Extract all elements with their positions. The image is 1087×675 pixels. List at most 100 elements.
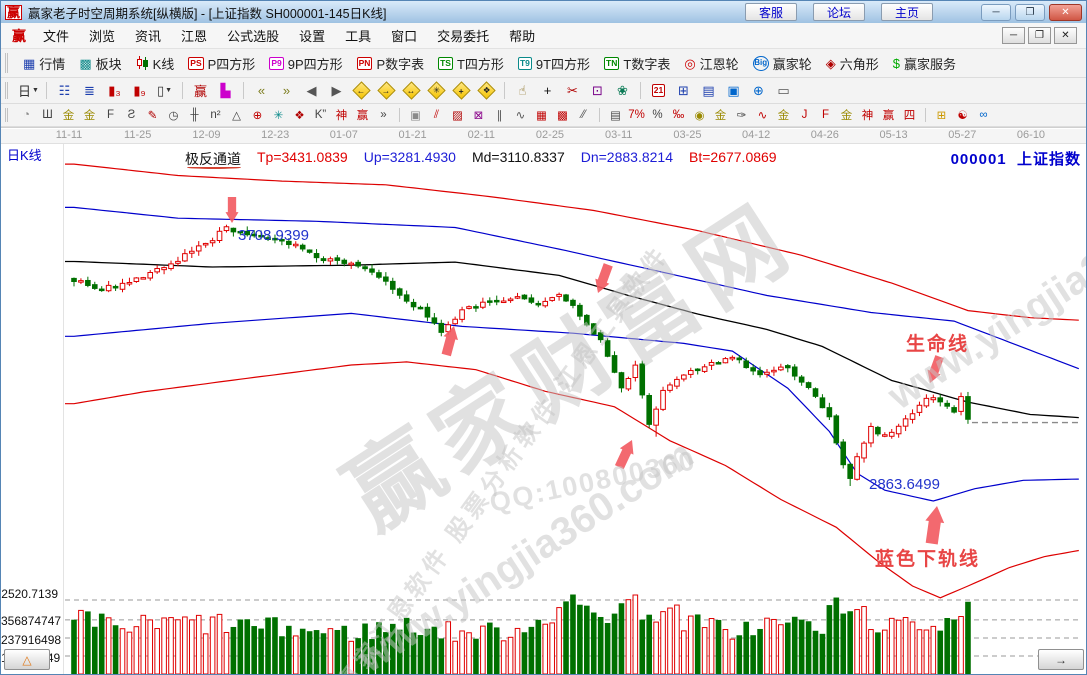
mdi-minimize-button[interactable]: ─ bbox=[1002, 27, 1025, 44]
permille-tool[interactable]: ‰ bbox=[668, 106, 689, 125]
nav-left-diamond[interactable]: ← bbox=[349, 80, 374, 102]
bars-3-icon[interactable]: ▮₃ bbox=[102, 80, 127, 102]
f-comb-tool[interactable]: F bbox=[100, 106, 121, 125]
box-tool[interactable]: ▣ bbox=[405, 106, 426, 125]
web-icon[interactable]: ⊕ bbox=[746, 80, 771, 102]
more-tools-chevron[interactable]: » bbox=[373, 106, 394, 125]
menu-item-4[interactable]: 公式选股 bbox=[217, 23, 289, 48]
k-note-tool[interactable]: K” bbox=[310, 106, 331, 125]
wave-flag-tool[interactable]: △ bbox=[226, 106, 247, 125]
close-button[interactable]: ✕ bbox=[1049, 4, 1082, 21]
t-square-button[interactable]: TST四方形 bbox=[431, 51, 511, 76]
yinyang-tool[interactable]: ☯ bbox=[952, 106, 973, 125]
titlebar-button-2[interactable]: 主页 bbox=[881, 3, 933, 21]
kline-chart[interactable] bbox=[1, 144, 1087, 674]
si-angle-tool[interactable]: 四 bbox=[899, 106, 920, 125]
first-bar-icon[interactable]: « bbox=[249, 80, 274, 102]
flower-icon[interactable]: ❀ bbox=[610, 80, 635, 102]
p-square-button[interactable]: PSP四方形 bbox=[181, 51, 262, 76]
menu-item-2[interactable]: 资讯 bbox=[125, 23, 171, 48]
s-comb-tool[interactable]: Ƨ bbox=[121, 106, 142, 125]
mdi-close-button[interactable]: ✕ bbox=[1054, 27, 1077, 44]
gann-fan-tool[interactable]: ◔ bbox=[16, 106, 37, 125]
t-number-table-button[interactable]: TNT数字表 bbox=[597, 51, 677, 76]
menu-item-8[interactable]: 交易委托 bbox=[427, 23, 499, 48]
sectors-button[interactable]: ▩板块 bbox=[72, 51, 128, 76]
measure-icon[interactable]: ✂ bbox=[560, 80, 585, 102]
zigzag-tool[interactable]: ∿ bbox=[510, 106, 531, 125]
hand-tool-icon[interactable]: ☝ bbox=[510, 80, 535, 102]
hexagon-button[interactable]: ◈六角形 bbox=[819, 51, 886, 76]
toolbar-grip[interactable] bbox=[5, 82, 11, 99]
parallel-lines-tool[interactable]: ∥ bbox=[489, 106, 510, 125]
menu-item-9[interactable]: 帮助 bbox=[499, 23, 545, 48]
nav-plus-diamond[interactable]: + bbox=[449, 80, 474, 102]
print-icon[interactable]: ▭ bbox=[771, 80, 796, 102]
grid-overlay-tool[interactable]: ⊞ bbox=[931, 106, 952, 125]
web-tool[interactable]: ✳ bbox=[268, 106, 289, 125]
mdi-restore-button[interactable]: ❐ bbox=[1028, 27, 1051, 44]
calculator-icon[interactable]: ⊞ bbox=[671, 80, 696, 102]
gold-comb-tool[interactable]: 金 bbox=[58, 106, 79, 125]
ray-fan-tool[interactable]: ⫽ bbox=[426, 106, 447, 125]
nav-all-diamond[interactable]: ❖ bbox=[474, 80, 499, 102]
menu-item-1[interactable]: 浏览 bbox=[79, 23, 125, 48]
titlebar-button-1[interactable]: 论坛 bbox=[813, 3, 865, 21]
boxed-web-tool[interactable]: ❖ bbox=[289, 106, 310, 125]
kline-button[interactable]: K线 bbox=[129, 51, 182, 76]
toolbar-grip[interactable] bbox=[5, 53, 11, 72]
red-grid-tool[interactable]: ▦ bbox=[531, 106, 552, 125]
ying-angle-tool[interactable]: 赢 bbox=[878, 106, 899, 125]
winner-wheel-button[interactable]: Big赢家轮 bbox=[746, 51, 819, 76]
gold-comb-2-tool[interactable]: 金 bbox=[79, 106, 100, 125]
nav-expand-diamond[interactable]: ↔ bbox=[399, 80, 424, 102]
gold-circle-tool[interactable]: ◉ bbox=[689, 106, 710, 125]
calendar-21-icon[interactable]: 21 bbox=[646, 80, 671, 102]
menu-item-7[interactable]: 窗口 bbox=[381, 23, 427, 48]
shen-angle-tool[interactable]: 神 bbox=[857, 106, 878, 125]
menu-item-5[interactable]: 设置 bbox=[289, 23, 335, 48]
ruler-tool[interactable]: ▤ bbox=[605, 106, 626, 125]
infinity-tool[interactable]: ∞ bbox=[973, 106, 994, 125]
percent-tool[interactable]: % bbox=[647, 106, 668, 125]
n-square-tool[interactable]: n² bbox=[205, 106, 226, 125]
gold-angle-tool[interactable]: 金 bbox=[773, 106, 794, 125]
shen-tool[interactable]: 神 bbox=[331, 106, 352, 125]
slash-lines-tool[interactable]: ⁄⁄ bbox=[573, 106, 594, 125]
minimize-button[interactable]: ─ bbox=[981, 4, 1011, 21]
next-bar-icon[interactable]: ▶ bbox=[324, 80, 349, 102]
volume-histogram-icon[interactable]: ▙ bbox=[213, 80, 238, 102]
period-kline-dropdown[interactable]: 日▼ bbox=[16, 80, 41, 102]
nav-star-diamond[interactable]: ✳ bbox=[424, 80, 449, 102]
wave-line-tool[interactable]: ∿ bbox=[752, 106, 773, 125]
gann-wheel-button[interactable]: ◎江恩轮 bbox=[677, 51, 745, 76]
crosshair-icon[interactable]: + bbox=[535, 80, 560, 102]
restore-button[interactable]: ❐ bbox=[1015, 4, 1045, 21]
quotes-button[interactable]: ▦行情 bbox=[16, 51, 72, 76]
nav-right-diamond[interactable]: → bbox=[374, 80, 399, 102]
pattern-box-icon[interactable]: ⊡ bbox=[585, 80, 610, 102]
gold-angle-2-tool[interactable]: 金 bbox=[836, 106, 857, 125]
toolbar-grip[interactable] bbox=[5, 108, 11, 123]
p9-square-button[interactable]: P99P四方形 bbox=[262, 51, 349, 76]
candle-style-dropdown[interactable]: ▯▼ bbox=[152, 80, 177, 102]
save-icon[interactable]: ▣ bbox=[721, 80, 746, 102]
clock-tool[interactable]: ◷ bbox=[163, 106, 184, 125]
j-angle-tool[interactable]: J bbox=[794, 106, 815, 125]
f-angle-tool[interactable]: F bbox=[815, 106, 836, 125]
hammer-tool[interactable]: ✎ bbox=[142, 106, 163, 125]
grid-comb-tool[interactable]: ╫ bbox=[184, 106, 205, 125]
scroll-right-button[interactable]: → bbox=[1038, 649, 1084, 670]
box-fan-tool[interactable]: ▨ bbox=[447, 106, 468, 125]
gold-line-tool[interactable]: 金 bbox=[710, 106, 731, 125]
brush-tool[interactable]: ✑ bbox=[731, 106, 752, 125]
chart-canvas[interactable]: 赢家财富网 赢家江恩软件 股票分析软件 江恩工具软件 www.yingjia36… bbox=[1, 143, 1087, 674]
window-layout-icon[interactable]: ☷ bbox=[52, 80, 77, 102]
titlebar-button-0[interactable]: 客服 bbox=[745, 3, 797, 21]
bars-9-icon[interactable]: ▮₉ bbox=[127, 80, 152, 102]
notes-icon[interactable]: ▤ bbox=[696, 80, 721, 102]
ying-tool[interactable]: 赢 bbox=[352, 106, 373, 125]
red-grid-2-tool[interactable]: ▩ bbox=[552, 106, 573, 125]
time-comb-tool[interactable]: Ш bbox=[37, 106, 58, 125]
quote-list-icon[interactable]: ≣ bbox=[77, 80, 102, 102]
